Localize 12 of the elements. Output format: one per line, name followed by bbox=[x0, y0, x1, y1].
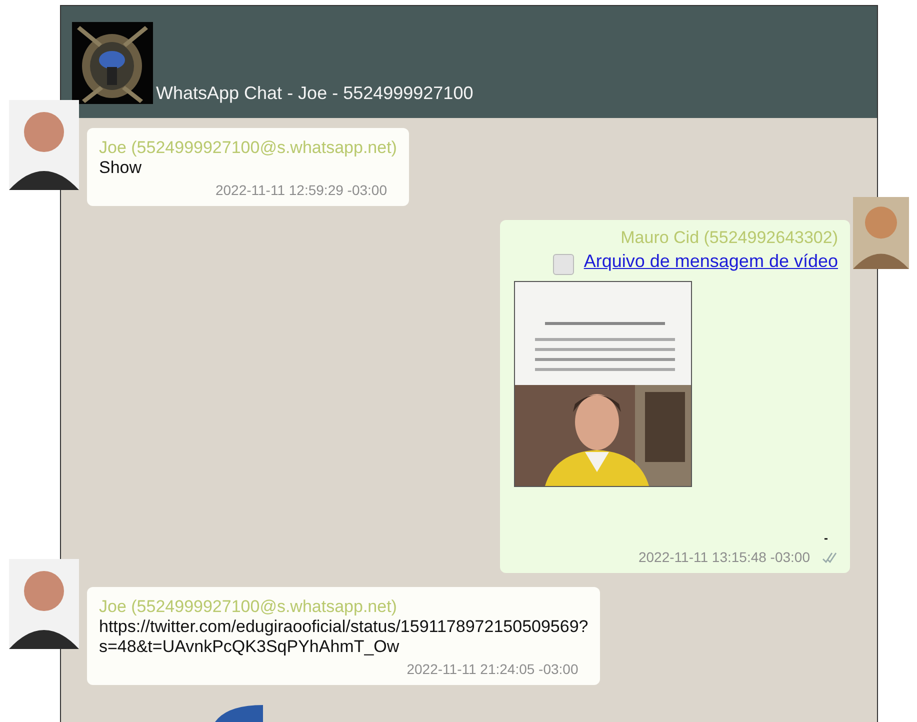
timestamp: 2022-11-11 12:59:29 -03:00 bbox=[215, 182, 387, 198]
timestamp: 2022-11-11 13:15:48 -03:00 bbox=[638, 549, 810, 565]
sender-name: Joe (5524999927100@s.whatsapp.net) bbox=[99, 138, 397, 158]
sender-name: Mauro Cid (5524992643302) bbox=[620, 228, 838, 248]
chat-title: WhatsApp Chat - Joe - 5524999927100 bbox=[156, 83, 474, 104]
message-text: https://twitter.com/edugiraooficial/status/1591178972150509569? s=48&t=UAvnkPcQK3SqPYhAhmT_Ow bbox=[99, 617, 588, 657]
video-file-link[interactable]: Arquivo de mensagem de vídeo bbox=[584, 251, 838, 272]
timestamp: 2022-11-11 21:24:05 -03:00 bbox=[406, 661, 578, 677]
message-text: Show bbox=[99, 158, 143, 178]
caption-text: - bbox=[823, 531, 828, 545]
sender-name: Joe (5524999927100@s.whatsapp.net) bbox=[99, 597, 398, 617]
checkbox[interactable] bbox=[552, 254, 574, 275]
